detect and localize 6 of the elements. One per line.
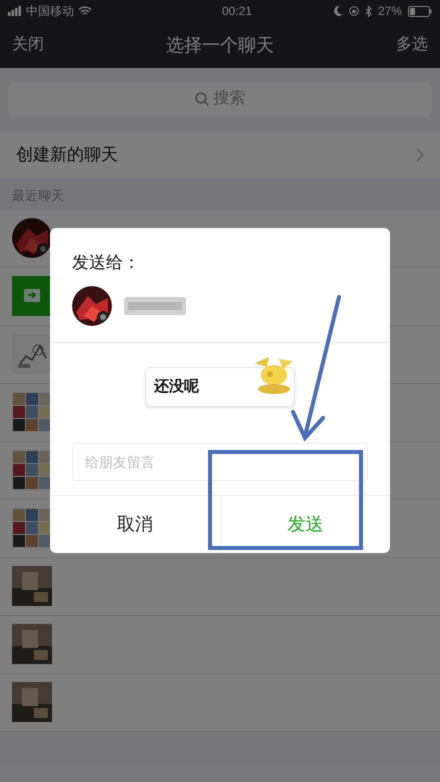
battery-percent: 27%	[378, 3, 402, 20]
page-title: 选择一个聊天	[166, 34, 274, 56]
search-placeholder: 搜索	[214, 88, 246, 109]
dialog-title: 发送给：	[72, 253, 140, 272]
clock: 00:21	[222, 3, 252, 20]
carrier-name: 中国移动	[26, 3, 74, 20]
